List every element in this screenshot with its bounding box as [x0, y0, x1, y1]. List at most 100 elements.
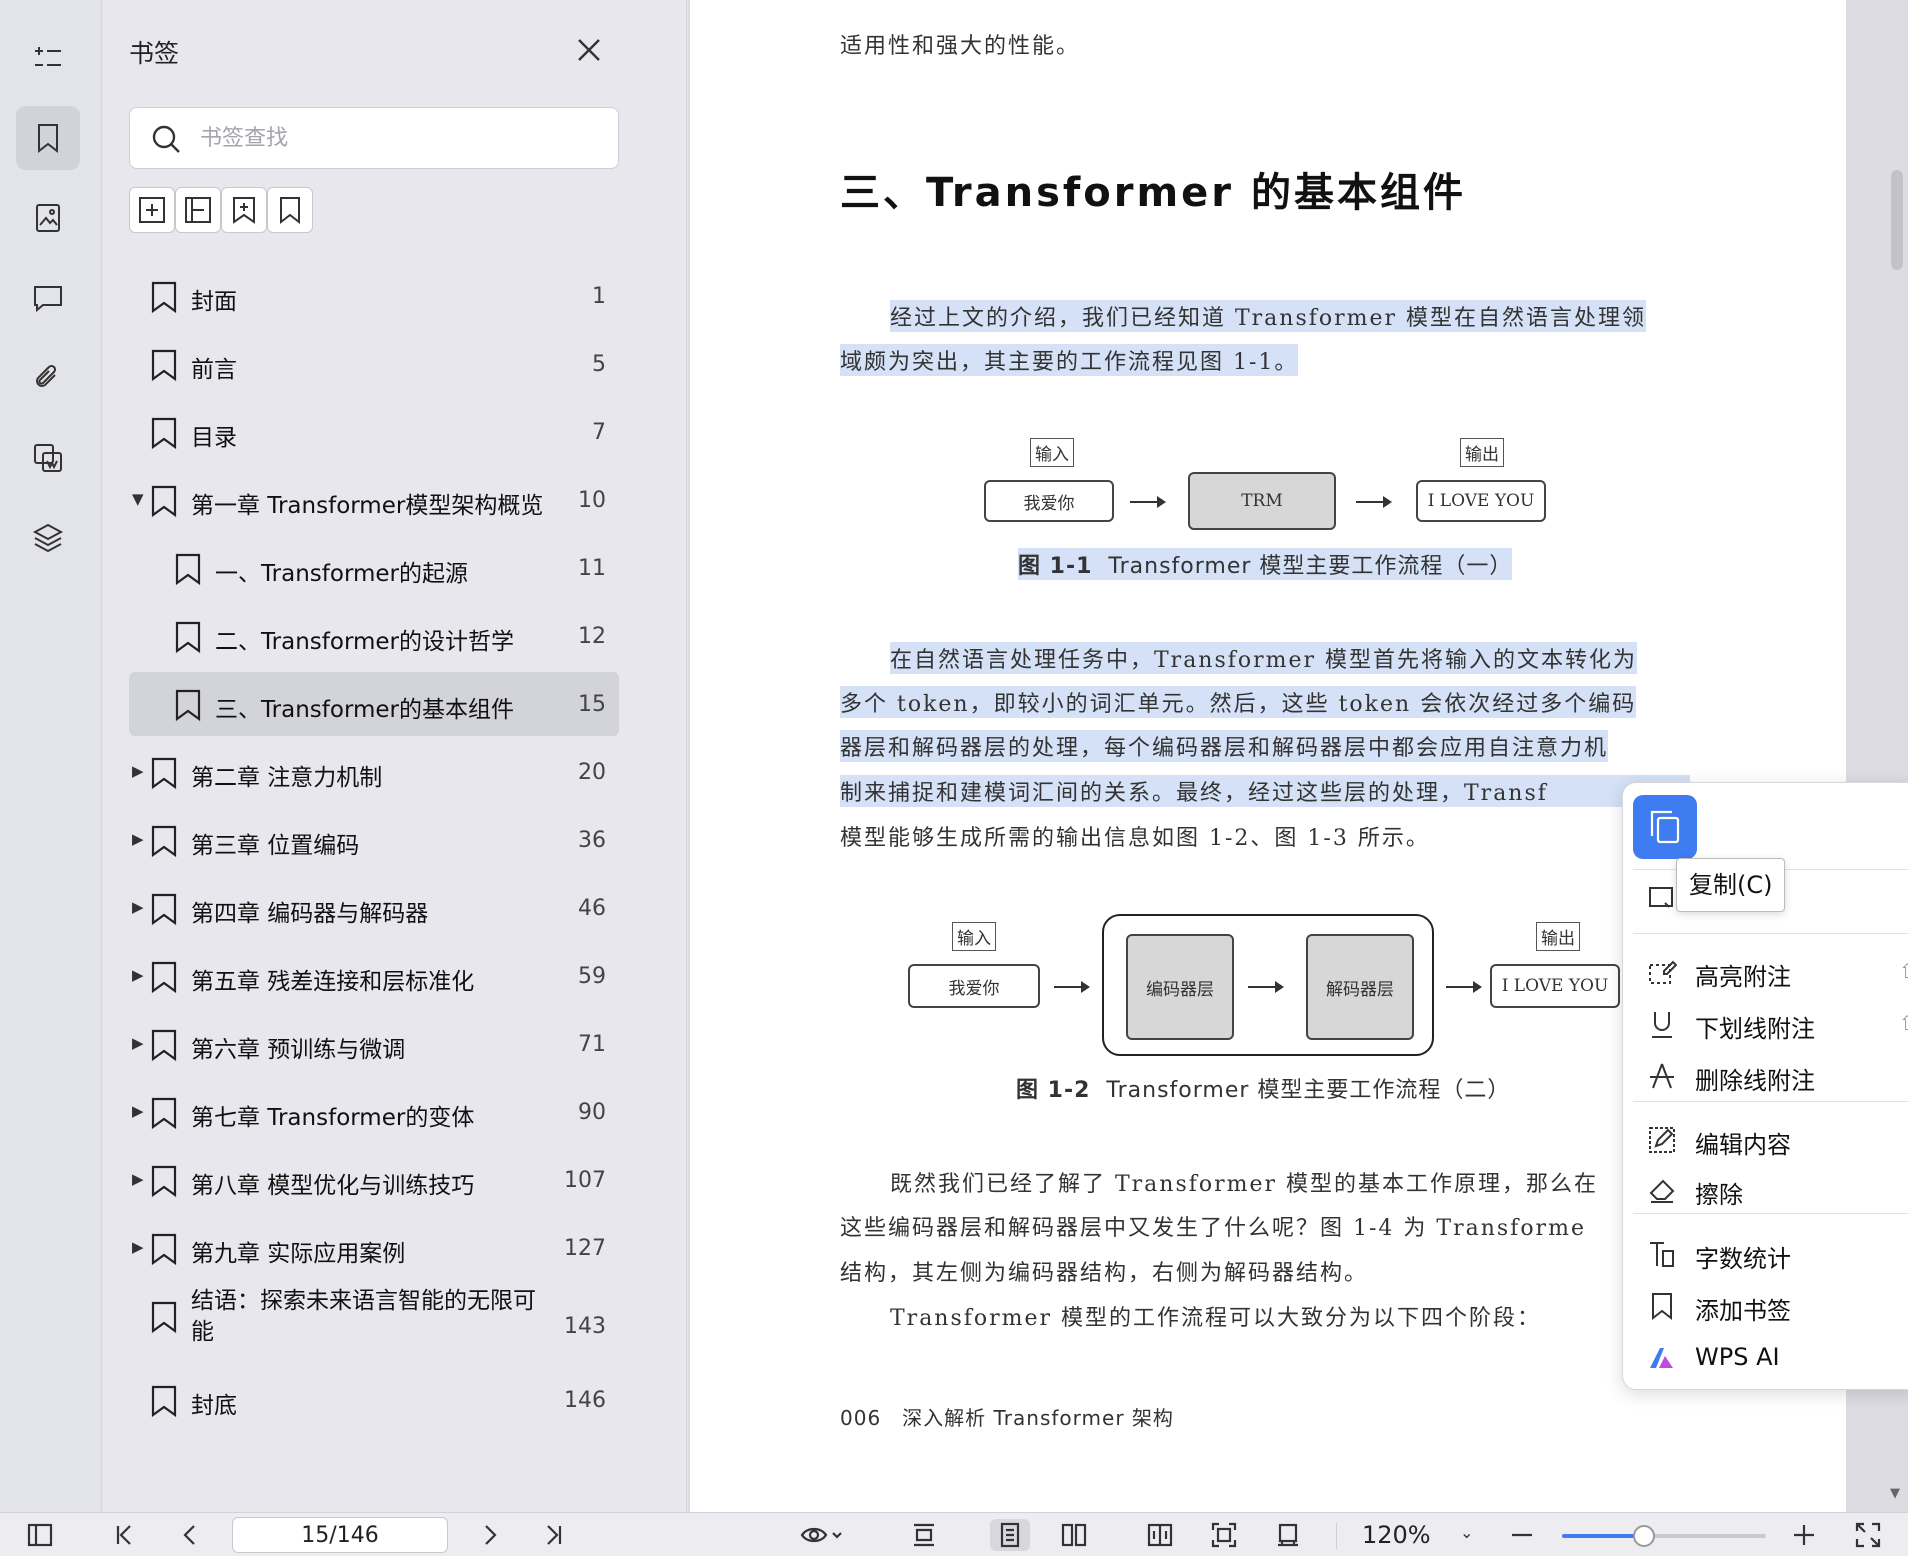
- panel-title: 书签: [129, 39, 180, 68]
- copy-button[interactable]: [1633, 795, 1697, 859]
- bookmark-item[interactable]: ▶ 第七章 Transformer的变体 90: [129, 1080, 619, 1144]
- bookmark-item[interactable]: 封面 1: [129, 264, 619, 328]
- menu-item-label: WPS AI: [1695, 1343, 1780, 1371]
- doc-text-line-selected[interactable]: 域颇为突出，其主要的工作流程见图 1-1。: [840, 344, 1299, 376]
- highlight-icon: [1649, 960, 1677, 984]
- bookmark-item[interactable]: ▼ 第一章 Transformer模型架构概览 10: [129, 468, 619, 532]
- bookmark-item[interactable]: 一、Transformer的起源 11: [129, 536, 619, 600]
- next-page-button[interactable]: [472, 1519, 508, 1551]
- bookmark-item[interactable]: 三、Transformer的基本组件 15: [129, 672, 619, 736]
- bookmark-item[interactable]: 结语：探索未来语言智能的无限可能 143: [129, 1284, 619, 1364]
- new-bookmark-tool-button[interactable]: [267, 187, 313, 233]
- single-page-button[interactable]: [990, 1519, 1030, 1551]
- add-child-bookmark-icon: [139, 197, 165, 223]
- fullscreen-button[interactable]: [1850, 1519, 1886, 1551]
- comment-icon[interactable]: [16, 266, 80, 330]
- bookmark-label: 第六章 预训练与微调: [191, 1037, 406, 1063]
- toggle-sidebar-button[interactable]: [22, 1519, 58, 1551]
- menu-item-underline[interactable]: 下划线附注 ⇧: [1623, 999, 1908, 1047]
- fig2-encoder-box: 编码器层: [1126, 934, 1234, 1040]
- section-heading: 三、Transformer 的基本组件: [840, 170, 1466, 216]
- fig2-decoder-box: 解码器层: [1306, 934, 1414, 1040]
- doc-text-line-selected[interactable]: 多个 token，即较小的词汇单元。然后，这些 token 会依次经过多个编码: [840, 686, 1637, 718]
- expand-arrow-icon[interactable]: ▶: [132, 966, 144, 984]
- expand-arrow-icon[interactable]: ▶: [132, 830, 144, 848]
- insert-bookmark-tool-button[interactable]: [221, 187, 267, 233]
- bookmark-search-input[interactable]: [200, 118, 600, 158]
- thumbnail-icon[interactable]: [16, 186, 80, 250]
- eye-view-mode-button[interactable]: [792, 1519, 852, 1551]
- expand-arrow-icon[interactable]: ▶: [132, 898, 144, 916]
- last-page-button[interactable]: [536, 1519, 572, 1551]
- bookmark-item[interactable]: 二、Transformer的设计哲学 12: [129, 604, 619, 668]
- zoom-out-button[interactable]: [1504, 1519, 1540, 1551]
- scrollbar-thumb[interactable]: [1891, 170, 1903, 270]
- book-mode-button[interactable]: [1142, 1519, 1178, 1551]
- zoom-level[interactable]: 120%: [1362, 1521, 1431, 1549]
- bookmark-page-number: 5: [592, 352, 606, 377]
- fig2-input-box: 我爱你: [908, 964, 1040, 1008]
- bookmark-panel-icon[interactable]: [16, 106, 80, 170]
- bookmark-item[interactable]: ▶ 第九章 实际应用案例 127: [129, 1216, 619, 1280]
- bookmark-icon: [173, 552, 203, 586]
- menu-item-strikethrough[interactable]: 删除线附注: [1623, 1051, 1908, 1099]
- doc-text-line-selected[interactable]: 制来捕捉和建模词汇间的关系。最终，经过这些层的处理，Transf: [840, 775, 1690, 807]
- expand-arrow-icon[interactable]: ▶: [132, 1102, 144, 1120]
- doc-text-line-selected[interactable]: 在自然语言处理任务中，Transformer 模型首先将输入的文本转化为: [890, 642, 1638, 674]
- menu-item-add-bookmark[interactable]: 添加书签: [1623, 1281, 1908, 1329]
- zoom-slider-thumb[interactable]: [1632, 1525, 1655, 1547]
- bookmark-label: 目录: [191, 425, 237, 451]
- fit-page-icon: [1211, 1522, 1237, 1548]
- close-panel-button[interactable]: [573, 34, 605, 66]
- wps-ai-icon: [1650, 1348, 1673, 1368]
- bookmark-item[interactable]: ▶ 第三章 位置编码 36: [129, 808, 619, 872]
- page-number-input[interactable]: [232, 1517, 448, 1553]
- zoom-slider[interactable]: [1562, 1525, 1766, 1547]
- signature-icon[interactable]: [16, 426, 80, 490]
- search-icon: [152, 125, 180, 153]
- zoom-in-button[interactable]: [1786, 1519, 1822, 1551]
- bookmark-label: 封底: [191, 1393, 237, 1419]
- zoom-dropdown-chevron-down-icon[interactable]: ⌄: [1460, 1523, 1473, 1542]
- fig1-caption[interactable]: 图 1-1 Transformer 模型主要工作流程（一）: [1018, 548, 1513, 580]
- layers-icon[interactable]: [16, 506, 80, 570]
- first-page-button[interactable]: [106, 1519, 142, 1551]
- area-select-icon[interactable]: [1647, 883, 1675, 911]
- bookmark-item[interactable]: ▶ 第六章 预训练与微调 71: [129, 1012, 619, 1076]
- menu-item-edit-content[interactable]: 编辑内容: [1623, 1115, 1908, 1163]
- add-bookmark-tool-button[interactable]: [129, 187, 175, 233]
- expand-arrow-icon[interactable]: ▶: [132, 1034, 144, 1052]
- scroll-down-arrow-icon[interactable]: ▼: [1890, 1486, 1900, 1501]
- doc-text-line-selected[interactable]: 器层和解码器层的处理，每个编码器层和解码器层中都会应用自注意力机: [840, 730, 1609, 762]
- fit-height-button[interactable]: [906, 1519, 942, 1551]
- bookmark-item[interactable]: 封底 146: [129, 1368, 619, 1432]
- fit-page-button[interactable]: [1206, 1519, 1242, 1551]
- menu-item-label: 添加书签: [1695, 1297, 1791, 1325]
- bookmark-item[interactable]: ▶ 第二章 注意力机制 20: [129, 740, 619, 804]
- outline-icon[interactable]: [16, 26, 80, 90]
- bookmark-item[interactable]: ▶ 第五章 残差连接和层标准化 59: [129, 944, 619, 1008]
- expand-arrow-icon[interactable]: ▶: [132, 1238, 144, 1256]
- bookmark-label: 第二章 注意力机制: [191, 765, 383, 791]
- remove-bookmark-tool-button[interactable]: [175, 187, 221, 233]
- previous-page-button[interactable]: [172, 1519, 208, 1551]
- attachment-icon[interactable]: [16, 346, 80, 410]
- expand-arrow-icon[interactable]: ▼: [132, 490, 144, 508]
- bookmark-page-number: 1: [592, 284, 606, 309]
- menu-divider: [1633, 1213, 1908, 1214]
- bookmark-item[interactable]: ▶ 第四章 编码器与解码器 46: [129, 876, 619, 940]
- bookmark-item[interactable]: ▶ 第八章 模型优化与训练技巧 107: [129, 1148, 619, 1212]
- bookmark-icon: [149, 1384, 179, 1418]
- menu-item-wps-ai[interactable]: WPS AI: [1623, 1333, 1908, 1381]
- bookmark-item[interactable]: 前言 5: [129, 332, 619, 396]
- fig1-output-box: I LOVE YOU: [1416, 480, 1546, 522]
- menu-item-word-count[interactable]: 字数统计: [1623, 1229, 1908, 1277]
- expand-arrow-icon[interactable]: ▶: [132, 762, 144, 780]
- bookmark-item[interactable]: 目录 7: [129, 400, 619, 464]
- menu-item-highlight[interactable]: 高亮附注 ⇧: [1623, 947, 1908, 995]
- expand-arrow-icon[interactable]: ▶: [132, 1170, 144, 1188]
- double-page-button[interactable]: [1056, 1519, 1092, 1551]
- menu-item-erase[interactable]: 擦除: [1623, 1165, 1908, 1213]
- rotate-page-button[interactable]: [1270, 1519, 1306, 1551]
- doc-text-line-selected[interactable]: 经过上文的介绍，我们已经知道 Transformer 模型在自然语言处理领: [890, 300, 1647, 332]
